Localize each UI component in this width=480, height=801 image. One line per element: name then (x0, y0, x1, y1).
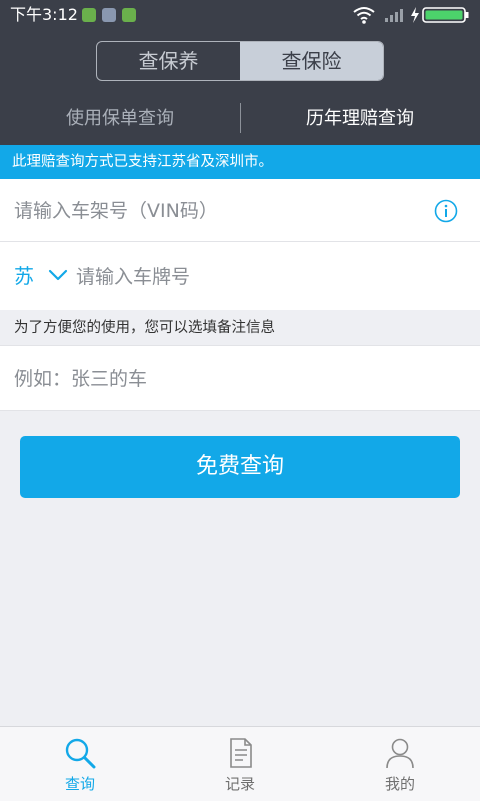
note-label: 为了方便您的使用，您可以选填备注信息 (14, 320, 275, 336)
plate-input[interactable] (76, 262, 436, 292)
header: 查保养 查保险 使用保单查询 历年理赔查询 (0, 30, 480, 145)
info-icon[interactable] (434, 199, 458, 223)
tab-policy-query[interactable]: 使用保单查询 (0, 100, 240, 140)
notification-icon (82, 8, 96, 22)
bottom-tabbar: 查询 记录 我的 (0, 726, 480, 801)
battery-icon (422, 7, 469, 23)
info-banner: 此理赔查询方式已支持江苏省及深圳市。 (0, 145, 480, 179)
chevron-down-icon[interactable] (48, 268, 68, 282)
document-icon (230, 738, 252, 768)
tab-mine[interactable]: 我的 (320, 727, 480, 801)
plate-row: 苏 (0, 242, 480, 310)
note-input[interactable] (14, 364, 454, 394)
vin-row (0, 179, 480, 242)
notification-icon (102, 8, 116, 22)
search-icon (65, 738, 96, 769)
note-row (0, 345, 480, 411)
status-icons (353, 7, 469, 24)
status-bar: 下午3:12 (0, 0, 480, 30)
province-select[interactable]: 苏 (14, 263, 34, 289)
vin-input[interactable] (14, 196, 414, 226)
wifi-icon (353, 7, 375, 20)
segment-control: 查保养 查保险 (96, 41, 384, 81)
tab-claims-history[interactable]: 历年理赔查询 (240, 100, 480, 140)
person-icon (386, 738, 414, 769)
free-query-button[interactable]: 免费查询 (20, 436, 460, 498)
notification-icon (122, 8, 136, 22)
segment-maintenance[interactable]: 查保养 (97, 42, 240, 80)
segment-insurance[interactable]: 查保险 (240, 42, 383, 80)
status-time: 下午3:12 (10, 5, 78, 24)
tab-query[interactable]: 查询 (0, 727, 160, 801)
subtab-divider (240, 103, 241, 133)
tab-records[interactable]: 记录 (160, 727, 320, 801)
tab-label: 我的 (384, 775, 415, 793)
charging-icon (411, 7, 419, 23)
tab-label: 查询 (64, 775, 95, 793)
subtabs: 使用保单查询 历年理赔查询 (0, 100, 480, 140)
tab-label: 记录 (224, 775, 255, 793)
signal-icon (385, 9, 403, 22)
